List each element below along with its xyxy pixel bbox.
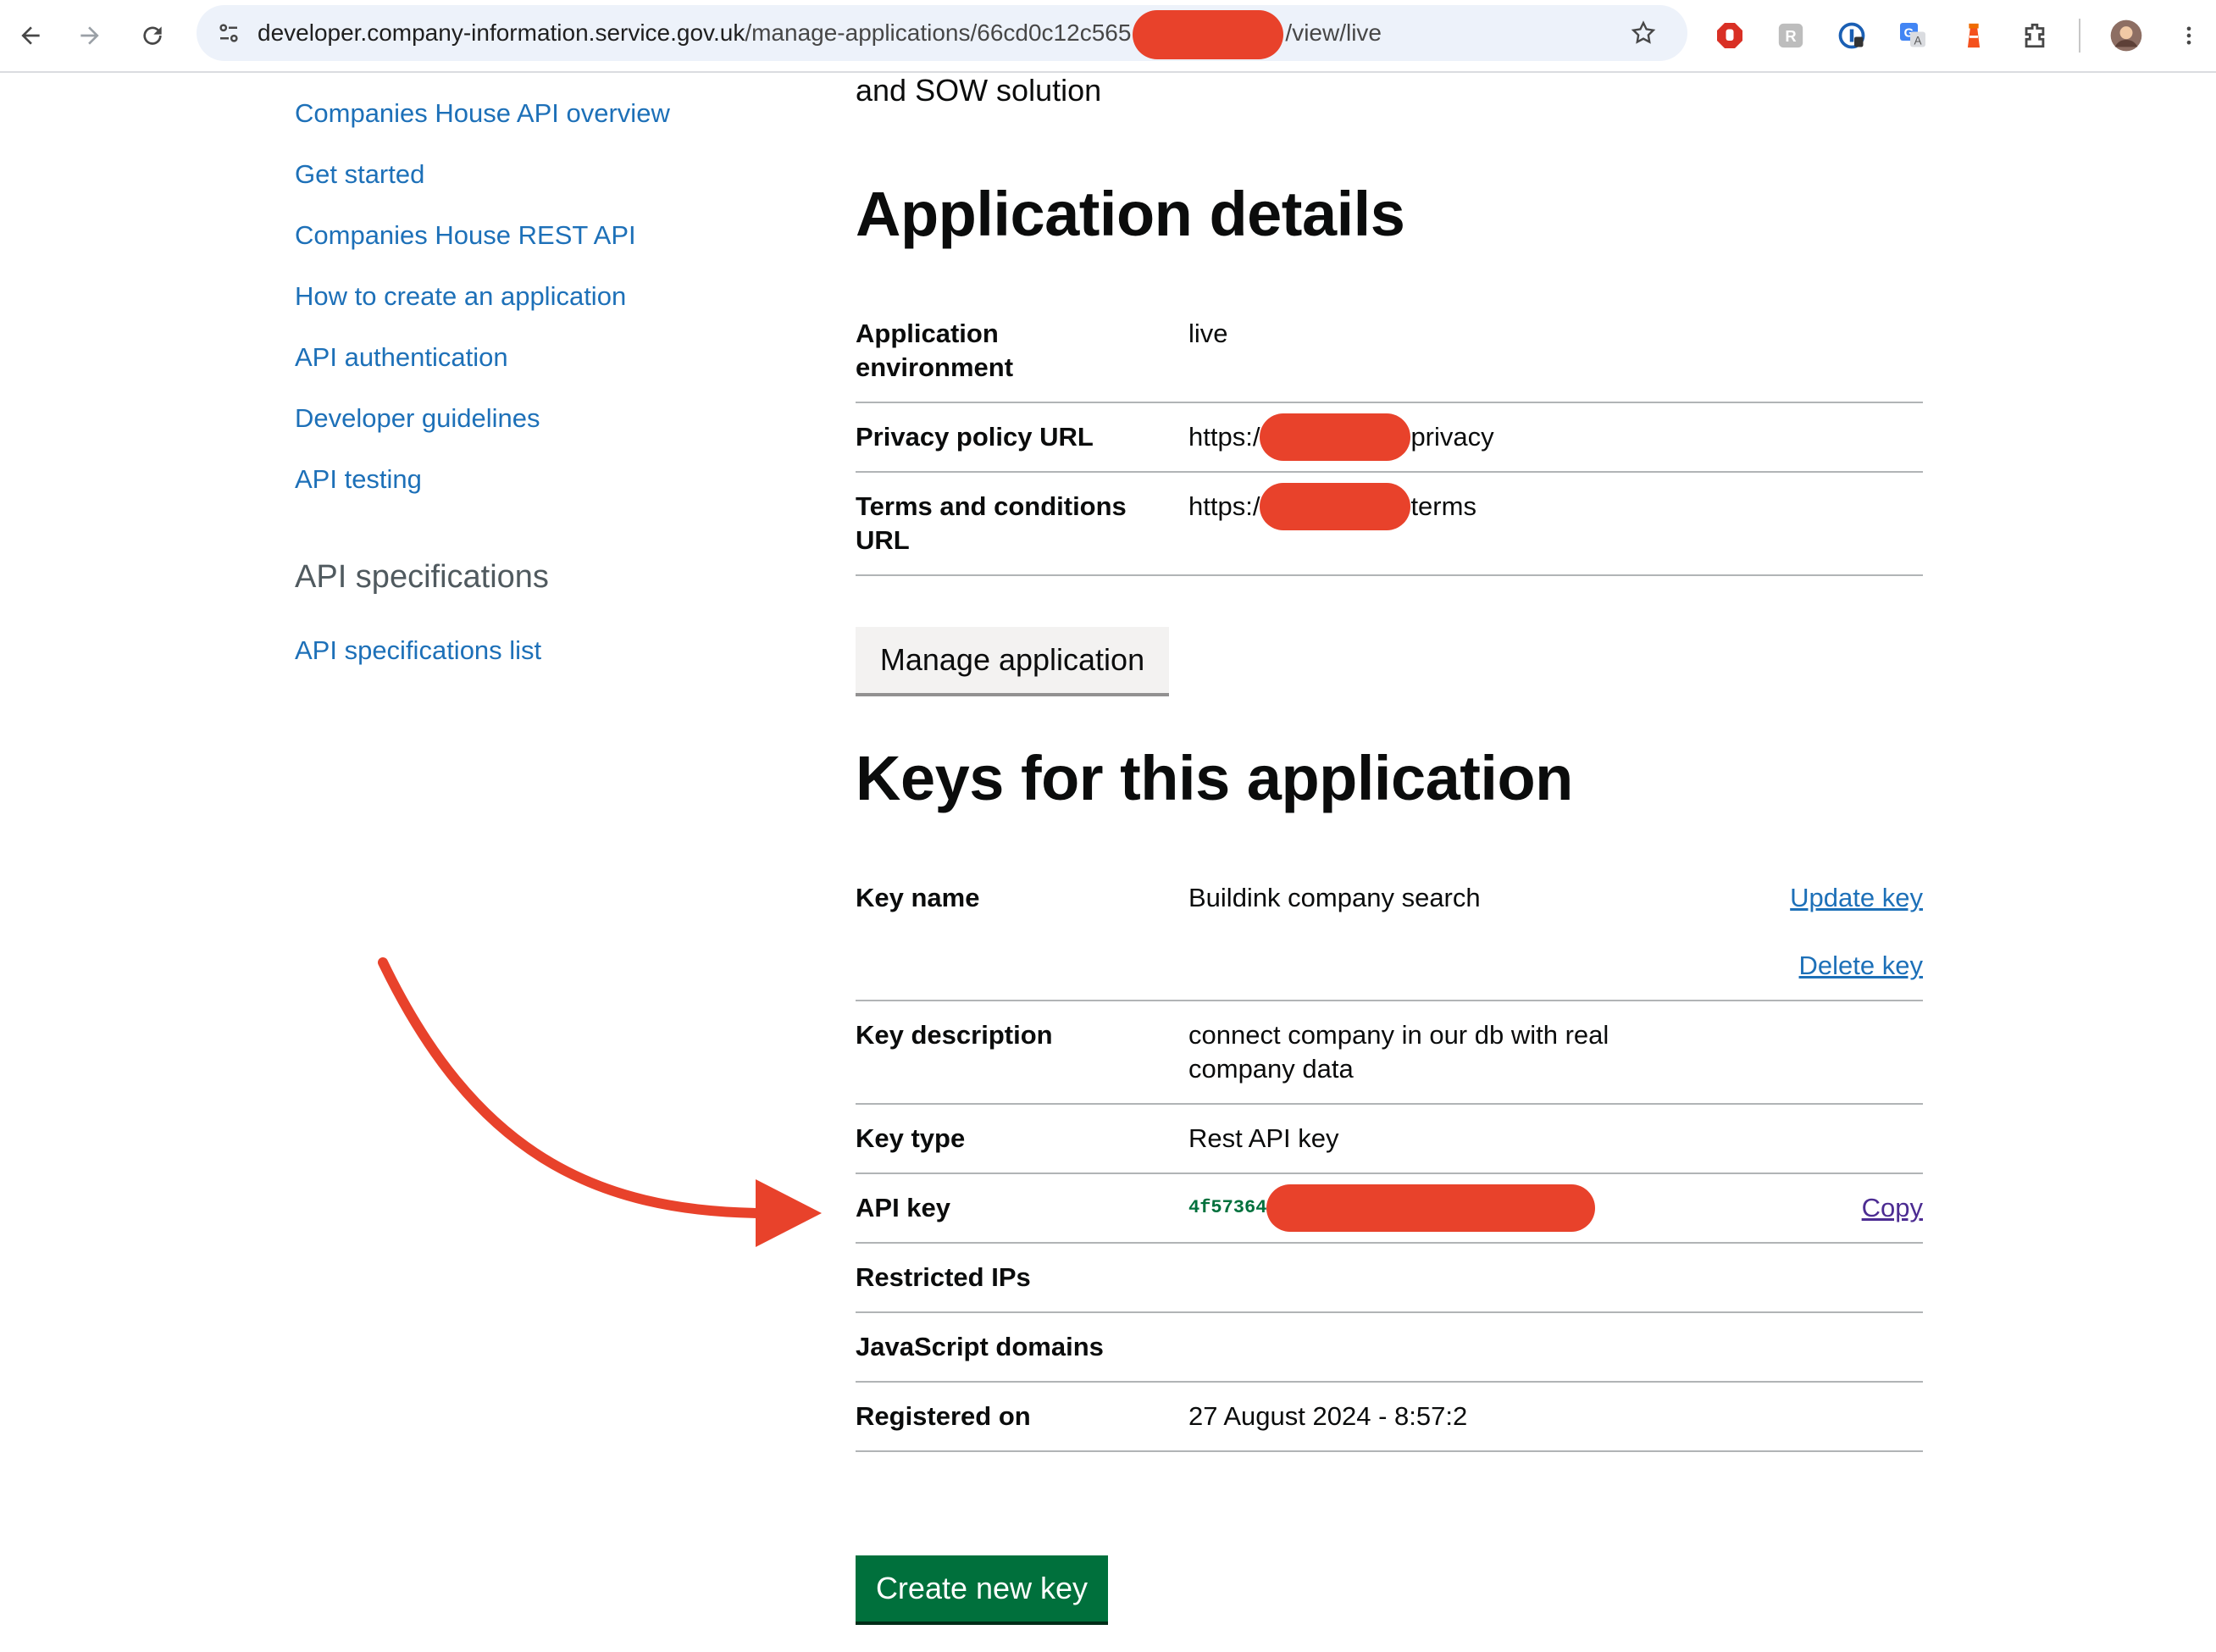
annotation-arrow-icon: [378, 957, 822, 1247]
